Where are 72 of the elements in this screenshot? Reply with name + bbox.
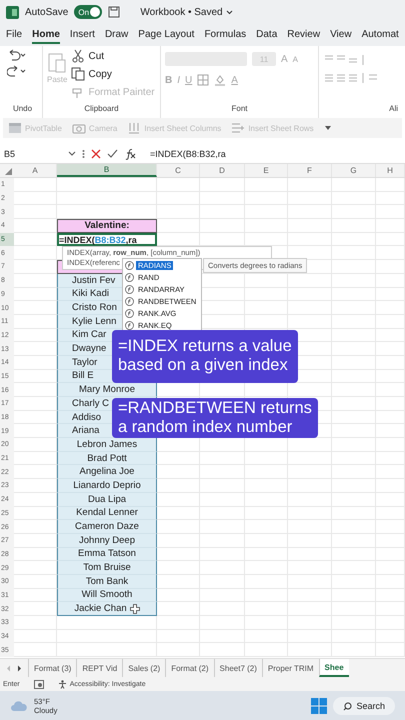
column-header[interactable]: C xyxy=(157,164,200,177)
copy-icon[interactable] xyxy=(71,67,86,81)
caret-icon[interactable] xyxy=(68,150,76,156)
table-cell: Tom Bank xyxy=(57,574,157,589)
function-icon xyxy=(125,296,134,306)
check-icon[interactable] xyxy=(107,148,118,158)
menu-tab[interactable]: Formulas xyxy=(204,26,246,44)
table-cell: Tom Bruise xyxy=(57,561,157,575)
menu-tab[interactable]: Home xyxy=(32,26,60,44)
menu-tab[interactable]: Automat xyxy=(362,26,399,44)
menu-tab[interactable]: Page Layout xyxy=(138,26,194,44)
table-cell: Brad Pott xyxy=(57,452,157,466)
table-cell: Johnny Deep xyxy=(57,534,157,548)
search-icon xyxy=(343,702,352,710)
menu-tab[interactable]: File xyxy=(6,26,22,44)
table-header-cell: Valentine: xyxy=(57,219,157,233)
excel-logo-icon xyxy=(6,6,19,18)
function-icon xyxy=(125,272,134,282)
document-title[interactable]: Workbook • Saved xyxy=(140,6,233,18)
chevron-down-icon[interactable] xyxy=(226,10,233,14)
formula-cell[interactable]: =INDEX(B8:B32,ra xyxy=(57,232,157,246)
more-icon xyxy=(82,148,85,158)
name-box[interactable]: B5 xyxy=(4,148,62,158)
caret-icon[interactable] xyxy=(324,125,332,131)
table-cell: Kendal Lenner xyxy=(57,506,157,520)
cancel-icon[interactable] xyxy=(91,148,101,158)
column-header[interactable]: B xyxy=(57,164,157,177)
menu-tab[interactable]: Data xyxy=(256,26,278,44)
menu-tab[interactable]: View xyxy=(330,26,352,44)
cut-button[interactable]: Cut xyxy=(71,49,155,63)
function-icon xyxy=(125,260,134,270)
fill-color-icon[interactable] xyxy=(214,74,226,86)
autosave-label: AutoSave xyxy=(25,6,68,18)
autosave-toggle[interactable]: On xyxy=(74,5,102,19)
select-all-icon[interactable] xyxy=(5,168,12,175)
table-cell: Cameron Daze xyxy=(57,520,157,534)
column-header[interactable]: E xyxy=(245,164,288,177)
table-cell: Mary Monroe xyxy=(57,383,157,397)
menu-tab[interactable]: Draw xyxy=(104,26,128,44)
table-cell: Will Smooth xyxy=(57,588,157,602)
column-header[interactable]: D xyxy=(200,164,245,177)
scroll-right-icon[interactable] xyxy=(17,664,22,672)
formula-field[interactable]: =INDEX(B8:B32,ra xyxy=(150,148,226,158)
macro-icon[interactable] xyxy=(34,680,44,688)
search-field[interactable]: Search xyxy=(333,697,395,715)
copy-button[interactable]: Copy xyxy=(71,67,155,81)
function-icon xyxy=(125,284,134,294)
column-header[interactable]: F xyxy=(288,164,332,177)
function-icon[interactable] xyxy=(124,148,136,160)
menu-tab[interactable]: Insert xyxy=(70,26,95,44)
table-cell: Jackie Chan xyxy=(57,602,157,616)
redo-icon[interactable] xyxy=(7,65,27,77)
menu-tab[interactable]: Review xyxy=(287,26,320,44)
sheet-tab[interactable]: Shee xyxy=(318,659,349,677)
windows-start-icon[interactable] xyxy=(311,698,328,714)
table-cell: Angelina Joe xyxy=(57,465,157,480)
group-label: Ali xyxy=(388,104,398,115)
accessibility-icon[interactable] xyxy=(58,680,67,688)
table-cell: Dua Lipa xyxy=(57,492,157,506)
column-header[interactable]: G xyxy=(332,164,376,177)
save-icon[interactable] xyxy=(108,6,120,18)
group-label: Clipboard xyxy=(83,104,120,115)
function-icon xyxy=(125,320,134,330)
undo-icon[interactable] xyxy=(7,49,27,61)
table-cell: Emma Tatson xyxy=(57,548,157,562)
group-label: Font xyxy=(230,104,248,115)
scissors-icon[interactable] xyxy=(71,49,86,63)
function-icon xyxy=(125,308,134,318)
table-cell: Lebron James xyxy=(57,438,157,452)
column-header[interactable]: H xyxy=(376,164,405,177)
group-label: Undo xyxy=(12,104,34,115)
table-cell: Lianardo Deprio xyxy=(57,479,157,493)
